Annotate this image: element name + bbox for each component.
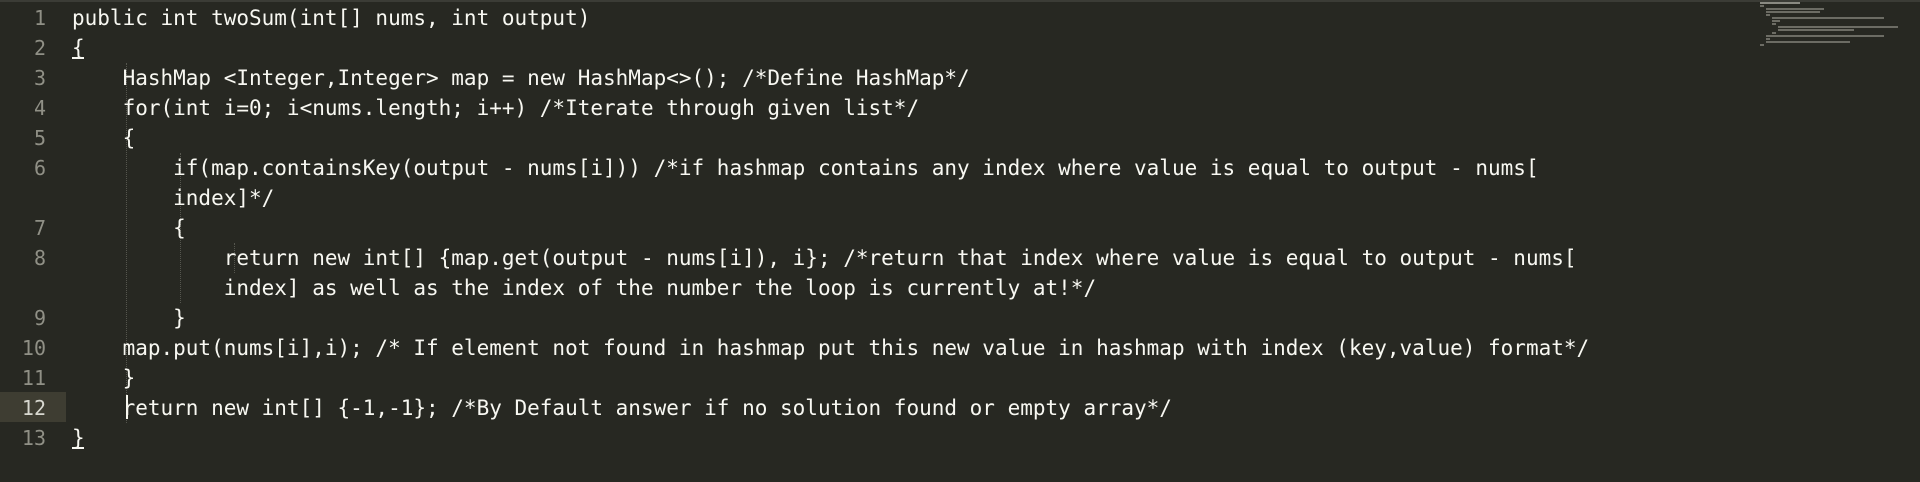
minimap-line (1766, 38, 1770, 40)
minimap-line (1772, 32, 1776, 34)
code-line: } (72, 306, 186, 330)
code-editor[interactable]: 1 2 3 4 5 6 7 8 9 10 11 12 13 public int… (0, 0, 1910, 482)
minimap-line (1760, 2, 1800, 4)
code-line: if(map.containsKey(output - nums[i])) /*… (72, 156, 1539, 180)
code-line: map.put(nums[i],i); /* If element not fo… (72, 336, 1590, 360)
minimap-line (1772, 20, 1780, 22)
line-number: 1 (33, 6, 46, 30)
line-number: 4 (33, 96, 46, 120)
line-number: 7 (33, 216, 46, 240)
code-line: public int twoSum(int[] nums, int output… (72, 6, 591, 30)
minimap-line (1772, 17, 1884, 19)
text-cursor (126, 395, 128, 419)
line-number: 10 (21, 336, 46, 360)
code-line: { (72, 126, 136, 150)
code-line: } (72, 366, 136, 390)
code-line: return new int[] {map.get(output - nums[… (72, 246, 1577, 270)
line-number: 3 (33, 66, 46, 90)
code-line-wrapped: index] as well as the index of the numbe… (72, 276, 1097, 300)
minimap-line (1766, 14, 1770, 16)
bracket-match-open (72, 57, 84, 59)
minimap[interactable] (1756, 0, 1906, 60)
code-line: for(int i=0; i<nums.length; i++) /*Itera… (72, 96, 920, 120)
minimap-line (1760, 5, 1764, 7)
code-line-current: return new int[] {-1,-1}; /*By Default a… (72, 396, 1172, 420)
code-line-wrapped: index]*/ (72, 186, 275, 210)
line-number: 13 (21, 426, 46, 450)
minimap-line (1778, 29, 1854, 31)
line-number (0, 183, 46, 213)
line-number (0, 273, 46, 303)
minimap-line (1766, 11, 1820, 13)
minimap-line (1766, 8, 1824, 10)
line-number: 6 (33, 156, 46, 180)
line-number-gutter: 1 2 3 4 5 6 7 8 9 10 11 12 13 (0, 0, 66, 482)
bracket-match-close (72, 447, 84, 449)
minimap-line (1772, 23, 1776, 25)
line-number: 8 (33, 246, 46, 270)
line-number: 5 (33, 126, 46, 150)
line-number: 11 (21, 366, 46, 390)
line-number: 2 (33, 36, 46, 60)
code-line: { (72, 216, 186, 240)
minimap-line (1766, 35, 1884, 37)
line-number: 9 (33, 306, 46, 330)
code-line: HashMap <Integer,Integer> map = new Hash… (72, 66, 970, 90)
minimap-line (1766, 41, 1850, 43)
minimap-line (1778, 26, 1898, 28)
minimap-line (1760, 44, 1764, 46)
code-area[interactable]: public int twoSum(int[] nums, int output… (72, 0, 1752, 482)
line-number-current: 12 (21, 396, 46, 420)
